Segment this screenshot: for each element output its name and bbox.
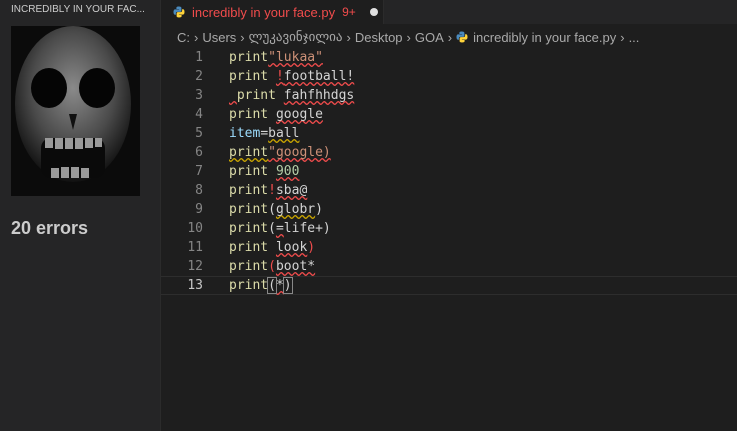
line-code: print"google)	[229, 145, 331, 160]
code-line[interactable]: 10 print(=life+)	[161, 219, 737, 238]
line-number: 11	[187, 240, 203, 255]
line-number: 3	[195, 88, 203, 103]
code-editor[interactable]: 1 print"lukaa" 2 print !football! 3 prin…	[161, 48, 737, 431]
line-code: print(boot*	[229, 259, 316, 274]
line-code: item=ball	[229, 126, 300, 141]
code-line[interactable]: 11 print look)	[161, 238, 737, 257]
python-icon	[456, 31, 468, 43]
line-number: 12	[187, 259, 203, 274]
breadcrumb-drive[interactable]: C:	[177, 30, 190, 45]
code-line[interactable]: 7 print 900	[161, 162, 737, 181]
error-count: 20 errors	[11, 218, 89, 238]
line-number: 9	[195, 202, 203, 217]
line-code: print!sba@	[229, 183, 308, 198]
chevron-right-icon: ›	[406, 29, 411, 45]
line-number: 5	[195, 126, 203, 141]
line-number: 8	[195, 183, 203, 198]
panel-title: INCREDIBLY IN YOUR FAC...	[11, 4, 145, 15]
breadcrumb-user-folder[interactable]: ლუკავინჯილია	[249, 29, 343, 45]
code-line-current[interactable]: 13 print(*)	[161, 276, 737, 295]
code-line[interactable]: 8 print!sba@	[161, 181, 737, 200]
breadcrumb: C: › Users › ლუკავინჯილია › Desktop › GO…	[161, 26, 737, 48]
chevron-right-icon: ›	[194, 29, 199, 45]
chevron-right-icon: ›	[620, 29, 625, 45]
text-cursor	[291, 278, 293, 293]
skull-image	[11, 26, 140, 196]
line-number: 10	[187, 221, 203, 236]
line-number: 6	[195, 145, 203, 160]
code-line[interactable]: 5 item=ball	[161, 124, 737, 143]
breadcrumb-users[interactable]: Users	[202, 30, 236, 45]
line-code: print fahfhhdgs	[236, 88, 355, 103]
code-line[interactable]: 12 print(boot*	[161, 257, 737, 276]
code-line[interactable]: 3 print fahfhhdgs	[161, 86, 737, 105]
line-code: print(globr)	[229, 202, 323, 217]
code-line[interactable]: 2 print !football!	[161, 67, 737, 86]
breadcrumb-file[interactable]: incredibly in your face.py	[473, 30, 616, 45]
line-code: print 900	[229, 164, 300, 179]
breadcrumb-more[interactable]: ...	[629, 30, 640, 45]
line-code: print(=life+)	[229, 221, 331, 236]
unsaved-dot-icon[interactable]	[369, 8, 378, 16]
breadcrumb-goa[interactable]: GOA	[415, 30, 444, 45]
line-number: 4	[195, 107, 203, 122]
chevron-right-icon: ›	[240, 29, 245, 45]
code-line[interactable]: 1 print"lukaa"	[161, 48, 737, 67]
chevron-right-icon: ›	[447, 29, 453, 45]
line-code: print(*)	[229, 277, 293, 294]
line-code: print look)	[229, 240, 316, 255]
line-code: print google	[229, 107, 323, 122]
breadcrumb-desktop[interactable]: Desktop	[355, 30, 403, 45]
side-panel: INCREDIBLY IN YOUR FAC... 20 errors	[0, 0, 161, 431]
chevron-right-icon: ›	[346, 29, 351, 45]
line-code: print !football!	[229, 69, 355, 84]
editor-tab[interactable]: incredibly in your face.py 9+	[161, 0, 384, 24]
code-line[interactable]: 9 print(globr)	[161, 200, 737, 219]
line-number: 7	[195, 164, 203, 179]
python-icon	[173, 6, 185, 18]
problems-badge: 9+	[342, 5, 356, 19]
line-number: 1	[195, 50, 203, 65]
tab-bar: incredibly in your face.py 9+	[161, 0, 737, 24]
tab-title: incredibly in your face.py	[192, 4, 336, 20]
line-number: 2	[195, 69, 203, 84]
code-line[interactable]: 6 print"google)	[161, 143, 737, 162]
code-line[interactable]: 4 print google	[161, 105, 737, 124]
line-number: 13	[187, 278, 203, 293]
line-code: print"lukaa"	[229, 50, 323, 65]
